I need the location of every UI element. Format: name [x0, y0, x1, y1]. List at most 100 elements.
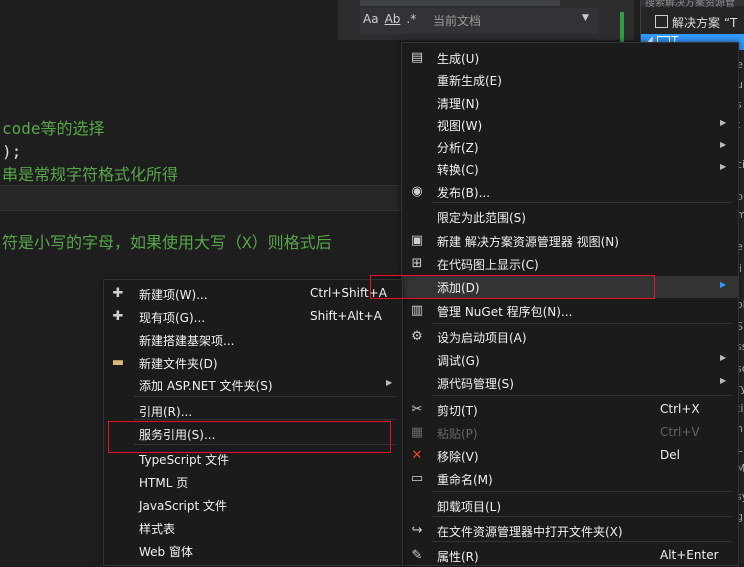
rename-icon: ▭ [410, 471, 424, 486]
code-statement-line: ); [2, 142, 22, 161]
code-comment-line: 串是常规字符格式化所得 [2, 165, 179, 184]
regex-icon[interactable]: .* [406, 12, 416, 26]
menu-item-label: 设为启动项目(A) [437, 331, 527, 345]
menu-item-label: 属性(R) [437, 550, 479, 564]
open-folder-icon: ↪ [411, 523, 423, 538]
menu-item-label: 剪切(T) [437, 404, 478, 418]
menu-item-rebuild[interactable]: 重新生成(E) [402, 69, 738, 91]
new-item-icon: ✚ [112, 286, 124, 301]
code-comment-line: 符是小写的字母，如果使用大写（X）则格式后 [2, 233, 332, 252]
menu-item-label: 移除(V) [437, 450, 479, 464]
solution-search-input[interactable]: 搜索解决方案资源管 [641, 0, 744, 9]
menu-item-label: 限定为此范围(S) [437, 211, 526, 225]
menu-item-publish[interactable]: ◉ 发布(B)... [402, 181, 738, 203]
submenu-item-label: 新建项(W)... [139, 288, 208, 302]
menu-item-label: 卸载项目(L) [437, 500, 502, 514]
menu-item-build[interactable]: ▤ 生成(U) [402, 47, 738, 69]
menu-item-label: 转换(C) [437, 163, 479, 177]
submenu-item-web-form[interactable]: Web 窗体 [104, 540, 402, 562]
project-context-menu: ▤ 生成(U) 重新生成(E) 清理(N) 视图(W) ▶ 分析(Z) ▶ 转换(C) ▶ ◉ 发布(… [401, 42, 739, 566]
chevron-down-icon[interactable]: ▼ [582, 13, 589, 23]
code-comment-line: code等的选择 [2, 119, 105, 138]
menu-item-label: 清理(N) [437, 97, 480, 111]
scope-dropdown-label[interactable]: 当前文档 [433, 12, 481, 29]
match-word-icon[interactable]: Ab [385, 12, 401, 26]
submenu-item-add-aspnet-folder[interactable]: 添加 ASP.NET 文件夹(S) ▶ [104, 374, 402, 396]
remove-icon: ✕ [411, 448, 423, 463]
submenu-item-html-page[interactable]: HTML 页 [104, 471, 402, 493]
change-indicator-bar [620, 12, 624, 42]
menu-item-label: 源代码管理(S) [437, 377, 514, 391]
submenu-item-label: HTML 页 [139, 476, 189, 490]
chevron-right-icon: ▶ [720, 118, 727, 127]
match-case-icon[interactable]: Aa [363, 12, 379, 26]
submenu-item-label: 新建文件夹(D) [139, 357, 218, 371]
tree-item-solution[interactable]: 解决方案 “T [655, 14, 737, 31]
paste-icon: ▦ [410, 425, 424, 440]
submenu-item-existing-item[interactable]: ✚ 现有项(G)... Shift+Alt+A [104, 306, 402, 328]
submenu-item-label: 添加 ASP.NET 文件夹(S) [139, 379, 273, 393]
code-map-icon: ⊞ [411, 256, 423, 271]
submenu-item-label: 样式表 [139, 522, 176, 536]
existing-item-icon: ✚ [112, 309, 124, 324]
menu-item-label: 在文件资源管理器中打开文件夹(X) [437, 525, 623, 539]
menu-item-label: 管理 NuGet 程序包(N)... [437, 305, 573, 319]
gear-icon: ⚙ [411, 329, 423, 344]
submenu-item-reference[interactable]: 引用(R)... [104, 400, 402, 422]
menu-item-label: 视图(W) [437, 119, 483, 133]
submenu-item-new-item[interactable]: ✚ 新建项(W)... Ctrl+Shift+A [104, 283, 402, 305]
chevron-right-icon: ▶ [720, 140, 727, 149]
menu-item-shortcut: Del [660, 448, 680, 462]
menu-item-view[interactable]: 视图(W) ▶ [402, 114, 738, 136]
highlight-service-reference [108, 421, 391, 453]
menu-item-manage-nuget[interactable]: ▥ 管理 NuGet 程序包(N)... [402, 300, 738, 322]
menu-item-label: 重命名(M) [437, 473, 493, 487]
submenu-item-style-sheet[interactable]: 样式表 [104, 517, 402, 539]
chevron-right-icon: ▶ [720, 280, 727, 289]
menu-item-label: 在代码图上显示(C) [437, 258, 539, 272]
menu-item-shortcut: Ctrl+V [660, 425, 700, 439]
menu-item-rename[interactable]: ▭ 重命名(M) [402, 468, 738, 490]
menu-item-shortcut: Alt+Enter [660, 548, 719, 562]
submenu-item-label: JavaScript 文件 [139, 499, 227, 513]
menu-item-label: 分析(Z) [437, 141, 479, 155]
submenu-item-label: 现有项(G)... [139, 311, 206, 325]
menu-item-convert[interactable]: 转换(C) ▶ [402, 158, 738, 180]
menu-item-scope-to-this[interactable]: 限定为此范围(S) [402, 206, 738, 228]
menu-item-source-control[interactable]: 源代码管理(S) ▶ [402, 372, 738, 394]
chevron-right-icon: ▶ [386, 378, 393, 387]
menu-item-open-in-explorer[interactable]: ↪ 在文件资源管理器中打开文件夹(X) [402, 520, 738, 542]
chevron-right-icon: ▶ [720, 353, 727, 362]
menu-item-paste[interactable]: ▦ 粘贴(P) Ctrl+V [402, 422, 738, 444]
menu-item-label: 生成(U) [437, 52, 480, 66]
menu-separator [432, 395, 732, 396]
submenu-item-javascript-file[interactable]: JavaScript 文件 [104, 494, 402, 516]
menu-item-shortcut: Ctrl+X [660, 402, 700, 416]
wrench-icon: ✎ [411, 548, 423, 563]
menu-item-label: 重新生成(E) [437, 74, 502, 88]
menu-separator [432, 323, 732, 324]
menu-item-label: 新建 解决方案资源管理器 视图(N) [437, 235, 619, 249]
menu-item-debug[interactable]: 调试(G) ▶ [402, 349, 738, 371]
menu-item-unload-project[interactable]: 卸载项目(L) [402, 495, 738, 517]
menu-item-set-startup-project[interactable]: ⚙ 设为启动项目(A) [402, 326, 738, 348]
nuget-icon: ▥ [410, 303, 424, 318]
solution-icon [655, 15, 668, 28]
menu-separator [432, 491, 732, 492]
menu-item-remove[interactable]: ✕ 移除(V) Del [402, 445, 738, 467]
submenu-item-label: 新建搭建基架项... [139, 334, 235, 348]
folder-icon: ▬ [111, 355, 125, 370]
submenu-item-new-scaffolded-item[interactable]: 新建搭建基架项... [104, 329, 402, 351]
publish-icon: ◉ [411, 184, 423, 199]
menu-item-show-on-code-map[interactable]: ⊞ 在代码图上显示(C) [402, 253, 738, 275]
menu-item-clean[interactable]: 清理(N) [402, 92, 738, 114]
toolbar-strip [360, 0, 560, 6]
menu-item-analyze[interactable]: 分析(Z) ▶ [402, 136, 738, 158]
menu-item-new-solution-view[interactable]: ▣ 新建 解决方案资源管理器 视图(N) [402, 230, 738, 252]
menu-item-label: 发布(B)... [437, 186, 491, 200]
menu-item-cut[interactable]: ✂ 剪切(T) Ctrl+X [402, 399, 738, 421]
submenu-item-shortcut: Shift+Alt+A [310, 309, 382, 323]
submenu-item-new-folder[interactable]: ▬ 新建文件夹(D) [104, 352, 402, 374]
menu-item-label: 粘贴(P) [437, 427, 478, 441]
menu-item-label: 调试(G) [437, 354, 480, 368]
